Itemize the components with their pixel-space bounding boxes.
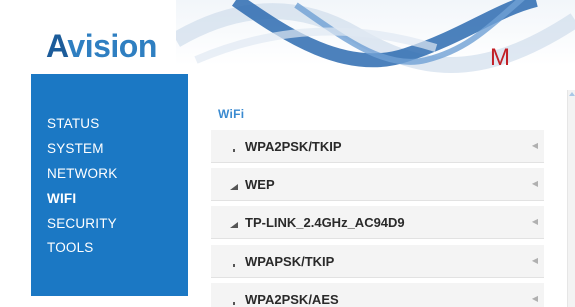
sidebar-item-system[interactable]: SYSTEM [47, 141, 104, 156]
logo-rest: vision [67, 28, 157, 64]
signal-low-icon [233, 264, 235, 267]
wifi-network-row[interactable]: WPA2PSK/TKIP ◀ [211, 130, 544, 163]
sidebar-item-security[interactable]: SECURITY [47, 216, 117, 231]
chevron-left-icon: ◀ [531, 141, 538, 150]
wifi-network-row[interactable]: TP-LINK_2.4GHz_AC94D9 ◀ [211, 206, 544, 239]
wifi-network-row[interactable]: WEP ◀ [211, 168, 544, 201]
signal-low-icon [233, 302, 235, 305]
wifi-network-row[interactable]: WPAPSK/TKIP ◀ [211, 245, 544, 278]
signal-low-icon [233, 149, 235, 152]
wifi-network-ssid: WPA2PSK/AES [245, 292, 339, 307]
chevron-left-icon: ◀ [531, 179, 538, 188]
header-banner [176, 0, 575, 82]
sidebar-item-status[interactable]: STATUS [47, 116, 99, 131]
signal-medium-icon [230, 184, 238, 190]
brand-mark: M [490, 44, 510, 72]
sidebar-item-wifi[interactable]: WIFI [47, 191, 76, 206]
wifi-network-ssid: TP-LINK_2.4GHz_AC94D9 [245, 215, 405, 230]
swoosh-graphic [176, 0, 575, 73]
sidebar-item-network[interactable]: NETWORK [47, 166, 117, 181]
chevron-left-icon: ◀ [531, 294, 538, 303]
brand-mark-glyph: M [490, 44, 510, 71]
wifi-network-row[interactable]: WPA2PSK/AES ◀ [211, 283, 544, 307]
chevron-left-icon: ◀ [531, 256, 538, 265]
logo-first-letter: A [46, 28, 68, 64]
scroll-up-icon[interactable] [569, 92, 575, 96]
wifi-panel: WiFi WPA2PSK/TKIP ◀ WEP ◀ TP-LINK_2.4GHz… [198, 92, 566, 307]
avision-logo: Avision [46, 28, 157, 65]
scrollbar[interactable] [567, 90, 575, 307]
signal-medium-icon [230, 222, 238, 228]
wifi-network-ssid: WPAPSK/TKIP [245, 254, 335, 269]
wifi-network-ssid: WPA2PSK/TKIP [245, 139, 342, 154]
sidebar-item-tools[interactable]: TOOLS [47, 240, 94, 255]
wifi-network-ssid: WEP [245, 177, 275, 192]
section-title: WiFi [218, 107, 245, 121]
sidebar: STATUS SYSTEM NETWORK WIFI SECURITY TOOL… [31, 74, 188, 296]
chevron-left-icon: ◀ [531, 217, 538, 226]
